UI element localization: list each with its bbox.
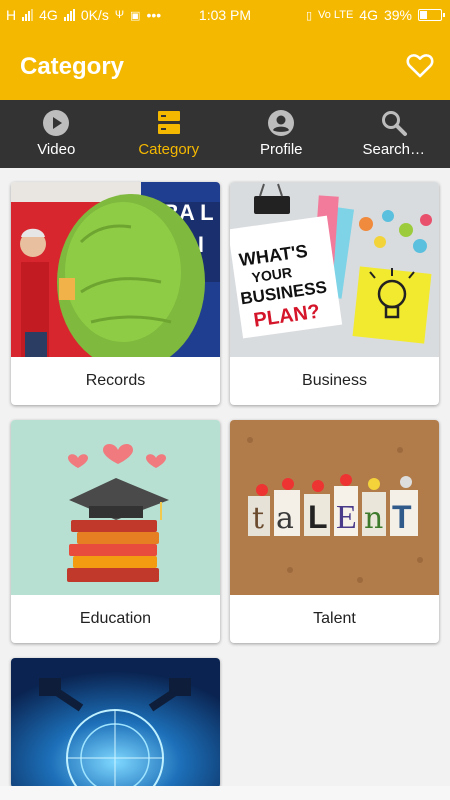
volte-indicator: Vo LTE — [318, 9, 354, 21]
account-circle-icon — [268, 110, 295, 136]
app-bar: Category — [0, 30, 450, 100]
tab-category[interactable]: Category — [113, 100, 226, 168]
category-card-talent[interactable]: t a L E n T Talent — [230, 420, 439, 643]
tab-search[interactable]: Search… — [338, 100, 450, 168]
category-label: Business — [302, 372, 367, 389]
category-label: Education — [79, 610, 152, 627]
svg-text:L: L — [308, 499, 328, 535]
talent-image: t a L E n T — [230, 420, 439, 595]
status-bar: H 4G 0K/s Ψ ▣ ••• 1:03 PM ▯ Vo LTE 4G 39… — [0, 0, 450, 30]
battery-percent: 39% — [383, 7, 412, 23]
tab-label: Search… — [362, 141, 426, 158]
business-image: WHAT'S YOUR BUSINESS PLAN? — [230, 182, 439, 357]
svg-text:T: T — [392, 499, 412, 535]
category-label: Records — [85, 372, 146, 389]
tab-label: Profile — [259, 141, 303, 158]
technology-image — [11, 658, 220, 788]
category-label: Talent — [313, 610, 356, 627]
category-card-business[interactable]: WHAT'S YOUR BUSINESS PLAN? Business — [230, 182, 439, 405]
status-right: ▯ Vo LTE 4G 39% — [305, 7, 445, 23]
svg-text:n: n — [364, 501, 383, 536]
svg-text:E: E — [336, 499, 357, 536]
bottom-edge — [0, 786, 450, 800]
play-circle-icon — [43, 110, 70, 136]
tab-label: Category — [138, 141, 200, 158]
category-card-technology[interactable] — [11, 658, 220, 788]
svg-text:a: a — [276, 501, 294, 536]
tab-profile[interactable]: Profile — [225, 100, 338, 168]
tab-video[interactable]: Video — [0, 100, 113, 168]
talent-letters: t — [252, 501, 264, 536]
tab-label: Video — [37, 141, 76, 158]
network-type-right: 4G — [359, 7, 378, 23]
heart-outline-icon[interactable] — [406, 52, 434, 78]
category-card-education[interactable]: Education — [11, 420, 220, 643]
search-icon — [381, 111, 407, 136]
tab-bar: Video Category Profile Search… — [0, 100, 450, 168]
battery-icon — [418, 9, 445, 21]
list-icon — [157, 111, 180, 134]
vibrate-icon: ▯ — [305, 9, 313, 22]
page-title: Category — [20, 53, 125, 80]
records-image: BA L PAI — [11, 182, 220, 357]
education-image — [11, 420, 220, 595]
category-card-records[interactable]: BA L PAI Records — [11, 182, 220, 405]
